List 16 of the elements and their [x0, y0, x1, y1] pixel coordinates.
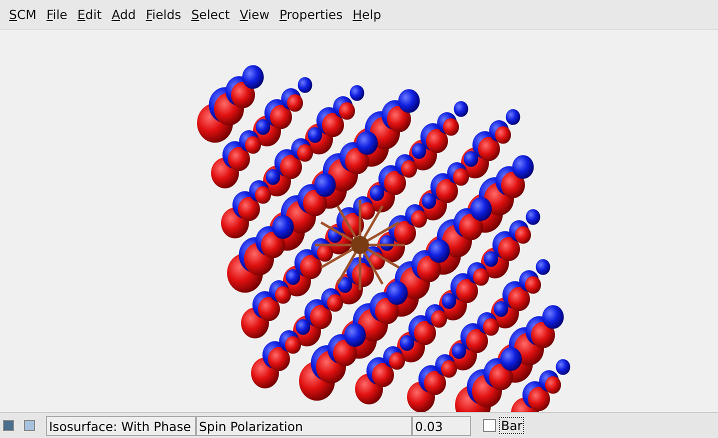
menu-item[interactable]: Fields — [140, 7, 186, 22]
field-name[interactable]: Spin Polarization — [196, 416, 412, 436]
dark-square-icon[interactable] — [3, 420, 14, 432]
bar-checkbox[interactable] — [483, 419, 496, 432]
bar-label[interactable]: Bar — [499, 417, 524, 434]
menu-item[interactable]: Properties — [274, 7, 348, 22]
menu-item[interactable]: Add — [106, 7, 141, 22]
menu-item[interactable]: View — [234, 7, 274, 22]
value-field[interactable]: 0.03 — [412, 416, 471, 436]
menu-item[interactable]: File — [41, 7, 72, 22]
menu-item[interactable]: Select — [186, 7, 235, 22]
menu-item[interactable]: Help — [348, 7, 386, 22]
mode-field[interactable]: Isosurface: With Phase — [46, 416, 196, 436]
light-square-icon[interactable] — [24, 420, 35, 432]
menu-item[interactable]: Edit — [72, 7, 107, 22]
menu-item[interactable]: SCM — [4, 7, 42, 22]
